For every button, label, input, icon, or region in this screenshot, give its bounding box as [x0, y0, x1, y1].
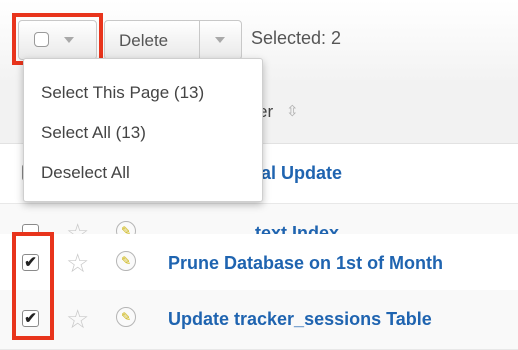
- delete-button-group: Delete: [104, 20, 242, 60]
- row-checkbox[interactable]: ✔: [22, 254, 39, 271]
- row-name-link[interactable]: Update tracker_sessions Table: [168, 309, 432, 330]
- edit-icon[interactable]: ✎: [116, 251, 136, 271]
- delete-button[interactable]: Delete: [119, 31, 168, 51]
- selected-count: Selected: 2: [251, 28, 342, 48]
- chevron-down-icon[interactable]: [64, 37, 74, 43]
- menu-item-deselect-all[interactable]: Deselect All: [41, 163, 130, 183]
- star-icon[interactable]: ☆: [66, 248, 89, 279]
- row-checkbox[interactable]: ✔: [22, 310, 39, 327]
- mass-select-menu: Select This Page (13) Select All (13) De…: [23, 58, 263, 202]
- sort-icon[interactable]: ⇳: [286, 102, 299, 120]
- actions-dropdown-icon[interactable]: [215, 37, 225, 43]
- menu-item-select-all[interactable]: Select All (13): [41, 123, 146, 143]
- menu-item-select-this-page[interactable]: Select This Page (13): [41, 83, 204, 103]
- mass-select-button[interactable]: [18, 20, 97, 60]
- row-name-link[interactable]: Prune Database on 1st of Month: [168, 253, 443, 274]
- star-icon[interactable]: ☆: [66, 304, 89, 335]
- table-row: ✔ ☆ ✎ Update tracker_sessions Table: [0, 290, 518, 350]
- select-checkbox-icon[interactable]: [34, 32, 49, 47]
- edit-icon[interactable]: ✎: [116, 307, 136, 327]
- button-divider: [199, 20, 200, 60]
- table-row: ✔ ☆ ✎ Prune Database on 1st of Month: [0, 234, 518, 294]
